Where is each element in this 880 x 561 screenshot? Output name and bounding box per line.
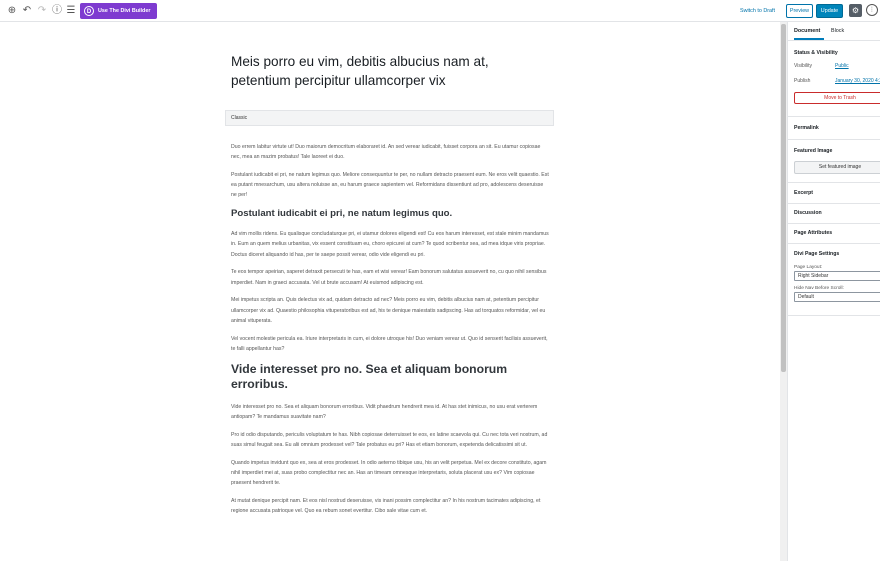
use-divi-builder-button[interactable]: D Use The Divi Builder [80, 3, 157, 19]
settings-gear-icon[interactable]: ⚙ [849, 4, 862, 17]
page-attributes-title[interactable]: Page Attributes [788, 224, 880, 243]
page-attributes-panel[interactable]: Page Attributes [788, 224, 880, 244]
move-to-trash-button[interactable]: Move to Trash [794, 92, 880, 104]
visibility-row: Visibility Public [788, 59, 880, 74]
content-paragraph: Pro id odio disputando, periculis volupt… [231, 431, 548, 448]
sidebar-tabs: Document Block [788, 22, 880, 41]
status-visibility-title[interactable]: Status & Visibility [788, 41, 880, 56]
editor-canvas: Meis porro eu vim, debitis albucius nam … [0, 22, 780, 561]
editor-toolbar: ⊕ ↶ ↷ ⓘ ☰ D Use The Divi Builder Switch … [0, 0, 880, 22]
editor-scrollbar[interactable] [780, 22, 787, 561]
preview-button[interactable]: Preview [786, 4, 813, 18]
content-paragraph: Vide interesset pro no. Sea et aliquam b… [231, 403, 538, 420]
content-paragraph: Duo errem labitur virtute ut! Duo maioru… [231, 144, 541, 161]
divi-page-settings-panel: Divi Page Settings Page Layout: Right Si… [788, 244, 880, 316]
content-heading: Vide interesset pro no. Sea et aliquam b… [231, 361, 508, 391]
content-paragraph: Postulant iudicabit ei pri, ne natum leg… [231, 172, 549, 199]
undo-icon[interactable]: ↶ [21, 5, 33, 17]
divi-page-settings-title[interactable]: Divi Page Settings [788, 244, 880, 257]
divi-button-label: Use The Divi Builder [98, 8, 151, 14]
content-paragraph: Mei impetus scripta an. Quis delectus vi… [231, 297, 546, 324]
visibility-value[interactable]: Public [835, 59, 849, 74]
update-button[interactable]: Update [816, 4, 843, 18]
redo-icon[interactable]: ↷ [36, 5, 48, 17]
more-options-icon[interactable]: ⋮ [866, 4, 878, 16]
hide-nav-label: Hide Nav Before Scroll: [794, 286, 844, 291]
scrollbar-thumb[interactable] [781, 24, 786, 372]
discussion-panel[interactable]: Discussion [788, 204, 880, 224]
publish-date[interactable]: January 30, 2020 4:26 am [835, 74, 880, 89]
tab-block[interactable]: Block [831, 22, 844, 40]
content-paragraph: Quando impetus invidunt quo ex, sea at e… [231, 459, 547, 487]
settings-sidebar: Document Block Status & Visibility Visib… [787, 22, 880, 561]
permalink-title[interactable]: Permalink [788, 117, 880, 139]
classic-block-content[interactable]: Duo errem labitur virtute ut! Duo maioru… [231, 142, 549, 524]
excerpt-title[interactable]: Excerpt [788, 183, 880, 203]
add-block-icon[interactable]: ⊕ [6, 5, 18, 17]
publish-label: Publish [794, 78, 811, 84]
content-heading: Postulant iudicabit ei pri, ne natum leg… [231, 208, 453, 220]
excerpt-panel[interactable]: Excerpt [788, 183, 880, 204]
post-title[interactable]: Meis porro eu vim, debitis albucius nam … [231, 52, 551, 90]
outline-icon[interactable]: ☰ [65, 5, 77, 17]
discussion-title[interactable]: Discussion [788, 204, 880, 223]
visibility-label: Visibility [794, 63, 812, 69]
page-layout-label: Page Layout: [794, 265, 823, 270]
content-paragraph: At mutat denique percipit nam. Et eos ni… [231, 497, 541, 515]
content-paragraph: Vel vocent molestie pericula ea. Iriure … [231, 335, 548, 352]
classic-block-label[interactable]: Classic [225, 110, 554, 126]
info-icon[interactable]: ⓘ [51, 5, 63, 17]
divi-logo-icon: D [84, 6, 94, 16]
featured-image-title[interactable]: Featured Image [788, 140, 880, 154]
content-paragraph: Ad vim mollis ridens. Eu qualisque concl… [231, 231, 549, 258]
hide-nav-select[interactable]: Default [794, 292, 880, 302]
set-featured-image-button[interactable]: Set featured image [794, 161, 880, 174]
status-visibility-panel: Status & Visibility Visibility Public Pu… [788, 41, 880, 117]
tab-document[interactable]: Document [794, 22, 824, 40]
permalink-panel[interactable]: Permalink [788, 117, 880, 140]
switch-to-draft-link[interactable]: Switch to Draft [740, 8, 775, 14]
featured-image-panel: Featured Image Set featured image [788, 140, 880, 183]
content-paragraph: Te eos tempor apeirian, saperet detraxit… [231, 269, 547, 286]
publish-row: Publish January 30, 2020 4:26 am [788, 74, 880, 89]
page-layout-select[interactable]: Right Sidebar [794, 271, 880, 281]
